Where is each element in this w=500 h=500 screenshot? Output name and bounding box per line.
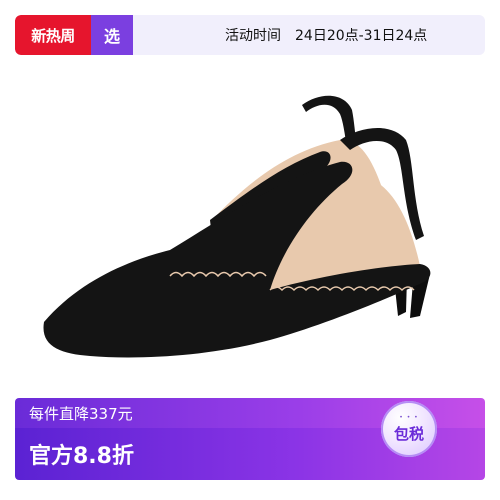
front-shoe bbox=[43, 127, 431, 358]
event-time: 活动时间 24日20点-31日24点 bbox=[225, 15, 427, 55]
event-time-label: 活动时间 bbox=[225, 28, 281, 44]
shoe-illustration bbox=[43, 95, 431, 358]
tax-included-badge: • • • 包税 bbox=[381, 401, 437, 457]
select-badge: 选 bbox=[91, 15, 133, 55]
badge-dots-icon: • • • bbox=[399, 413, 419, 421]
promo-week-badge: 新热周 bbox=[15, 15, 91, 55]
top-promo-banner: 新热周 选 活动时间 24日20点-31日24点 bbox=[15, 15, 485, 55]
product-image[interactable] bbox=[20, 70, 480, 390]
tax-included-label: 包税 bbox=[393, 424, 424, 443]
event-time-range: 24日20点-31日24点 bbox=[295, 28, 428, 44]
